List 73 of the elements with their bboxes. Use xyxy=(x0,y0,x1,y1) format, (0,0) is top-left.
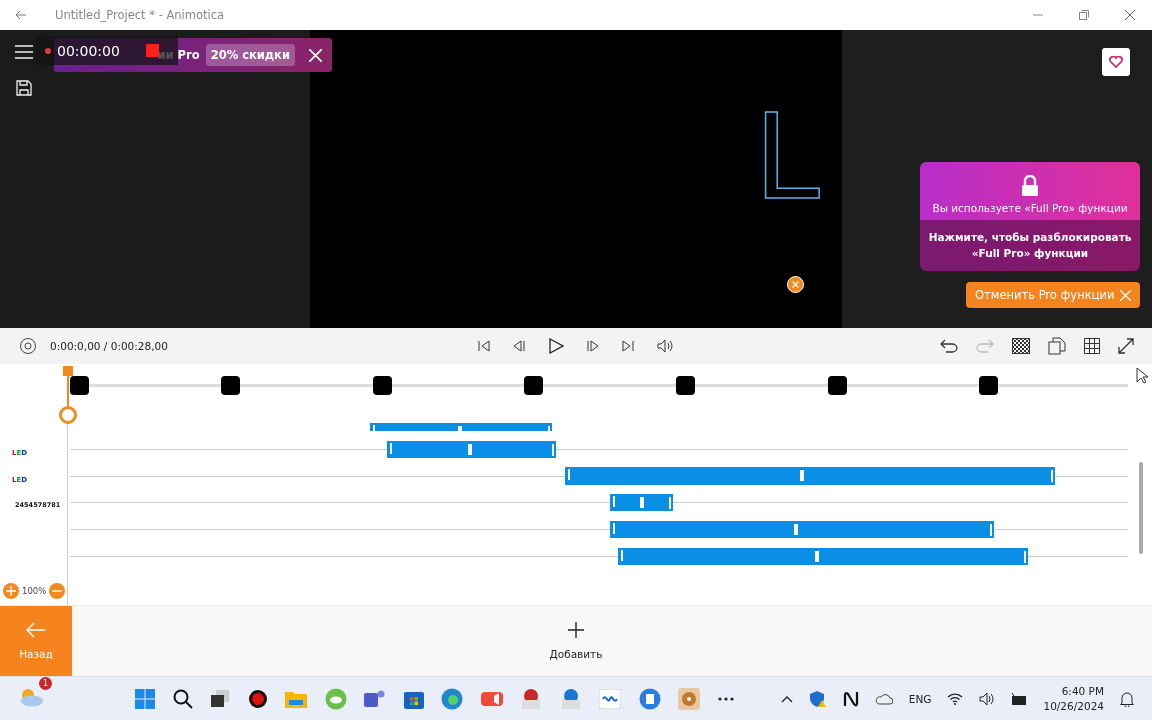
timeline-clip[interactable] xyxy=(565,466,1055,485)
browser-icon[interactable] xyxy=(441,687,463,710)
window-title: Untitled_Project * - Animotica xyxy=(55,8,225,22)
wave-icon[interactable] xyxy=(842,690,859,707)
keyframe-marker[interactable] xyxy=(372,376,392,395)
zoom-level: 100% xyxy=(22,586,47,596)
expand-icon[interactable] xyxy=(1118,338,1134,354)
back-icon[interactable] xyxy=(15,10,27,20)
add-button[interactable]: Добавить xyxy=(543,606,609,676)
playback-time: 0:00:0,00 / 0:00:28,00 xyxy=(50,340,168,352)
more-icon[interactable] xyxy=(717,696,734,701)
recorder-app-icon[interactable] xyxy=(520,687,542,710)
redo-icon xyxy=(976,339,994,353)
camera-icon[interactable] xyxy=(480,689,503,708)
heart-icon xyxy=(1109,56,1123,68)
record-dot-icon xyxy=(45,47,51,54)
notification-bell-icon[interactable] xyxy=(1120,690,1134,707)
checkerboard-icon[interactable] xyxy=(1012,338,1030,354)
language-indicator[interactable]: ENG xyxy=(908,692,932,705)
pro-notice: Вы используете «Full Pro» функции xyxy=(932,202,1128,214)
shield-icon[interactable] xyxy=(808,689,827,708)
skip-end-icon[interactable] xyxy=(621,340,634,352)
lock-icon xyxy=(1021,175,1039,197)
timeline-clip[interactable] xyxy=(618,547,1029,565)
keyframe-marker[interactable] xyxy=(69,376,89,395)
keyframe-marker[interactable] xyxy=(221,376,241,395)
step-back-icon[interactable] xyxy=(512,340,525,352)
chevron-up-icon[interactable] xyxy=(780,694,793,703)
record-app-icon[interactable] xyxy=(247,688,268,709)
keyframe-marker[interactable] xyxy=(979,376,999,395)
keyframe-marker[interactable] xyxy=(827,376,847,395)
folder-icon[interactable] xyxy=(285,689,307,708)
unlock-text: Нажмите, чтобы разблокировать «Full Pro» функции xyxy=(927,230,1133,261)
menu-icon[interactable] xyxy=(15,45,33,59)
task-view-icon[interactable] xyxy=(210,689,230,708)
close-icon xyxy=(1120,289,1132,301)
neon-letter: L xyxy=(754,98,820,216)
timeline-clip[interactable] xyxy=(387,440,556,458)
timeline-clip[interactable] xyxy=(609,520,995,538)
cursor-icon xyxy=(1136,367,1148,384)
teams-icon[interactable] xyxy=(364,688,386,709)
feedback-button[interactable] xyxy=(1102,48,1130,76)
wifi-icon[interactable] xyxy=(947,692,964,705)
cloud-icon[interactable] xyxy=(874,692,893,705)
play-icon[interactable] xyxy=(547,338,564,354)
search-icon[interactable] xyxy=(172,688,193,709)
plus-icon xyxy=(568,622,584,638)
save-icon[interactable] xyxy=(16,80,32,96)
settings-icon[interactable] xyxy=(19,337,37,355)
undo-icon[interactable] xyxy=(940,339,958,353)
film-reel-icon[interactable] xyxy=(678,687,700,710)
discount-badge: 20% скидки xyxy=(205,44,295,66)
stop-icon[interactable] xyxy=(145,44,159,57)
plus-icon xyxy=(6,586,16,596)
battery-icon[interactable] xyxy=(1011,691,1028,706)
playhead[interactable] xyxy=(59,366,77,424)
recording-time: 00:00:00 xyxy=(57,42,120,59)
keyframe-marker[interactable] xyxy=(524,376,544,395)
step-forward-icon[interactable] xyxy=(586,340,599,352)
clock-date[interactable]: 10/26/2024 xyxy=(1043,698,1104,713)
restore-icon[interactable] xyxy=(1079,10,1089,20)
clock-time[interactable]: 6:40 PM xyxy=(1061,684,1104,699)
volume-icon[interactable] xyxy=(979,691,996,706)
start-icon[interactable] xyxy=(135,688,155,709)
copy-icon[interactable] xyxy=(1048,337,1066,355)
volume-icon[interactable] xyxy=(656,339,675,353)
grid-icon[interactable] xyxy=(1084,338,1100,354)
display-app-icon[interactable] xyxy=(599,688,621,709)
back-arrow-icon xyxy=(26,622,46,638)
timeline-clip[interactable] xyxy=(609,493,674,511)
notification-badge: 1 xyxy=(39,676,52,690)
keyframe-marker[interactable] xyxy=(675,376,695,395)
skip-start-icon[interactable] xyxy=(477,340,490,352)
